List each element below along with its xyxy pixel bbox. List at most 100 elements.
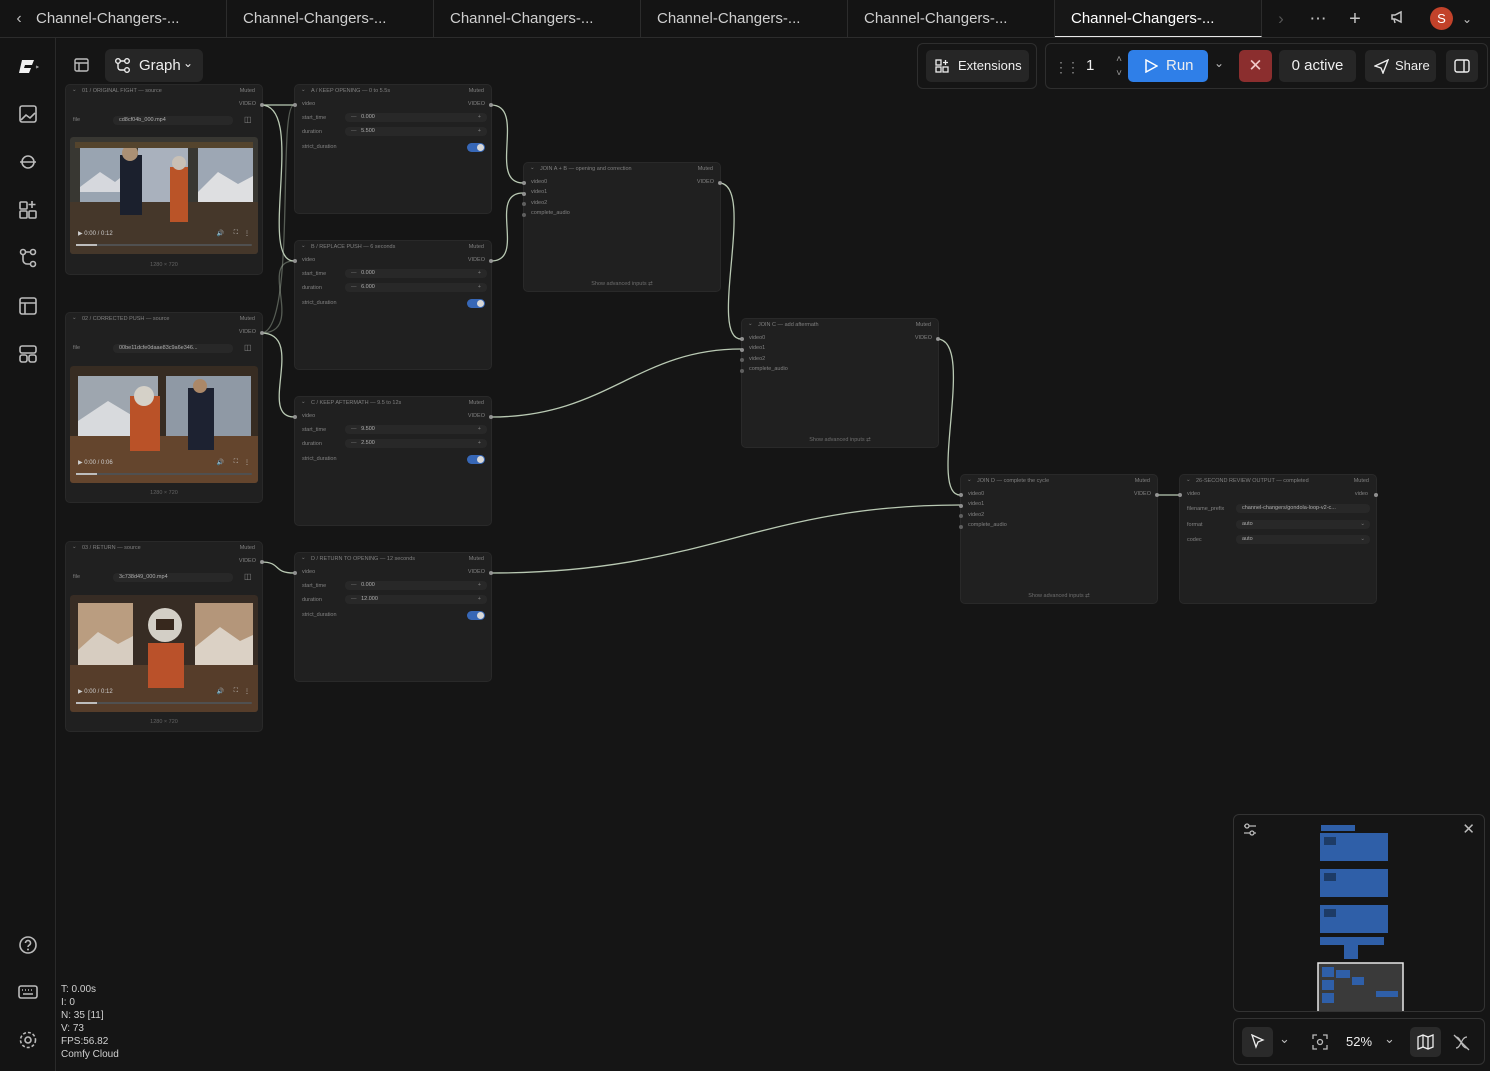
output-slot[interactable] bbox=[489, 571, 493, 575]
input-slot[interactable] bbox=[522, 192, 526, 196]
file-select[interactable]: 00be11dcfe0daae83c9a6e346... bbox=[113, 344, 233, 353]
collapse-chevron-icon[interactable]: ⌄ bbox=[301, 87, 306, 93]
video-preview[interactable]: ▶ 0:00 / 0:06 🔊 ⛶ ⋮ bbox=[70, 366, 258, 483]
models-icon[interactable] bbox=[14, 148, 42, 176]
chevron-down-icon[interactable]: ⌄ bbox=[1456, 8, 1478, 30]
trim-node-d[interactable]: ⌄ D / RETURN TO OPENING — 12 seconds Muted… bbox=[293, 552, 493, 682]
cancel-run-button[interactable]: ✕ bbox=[1239, 50, 1272, 82]
collapse-chevron-icon[interactable]: ⌄ bbox=[748, 321, 753, 327]
output-slot[interactable] bbox=[260, 331, 264, 335]
file-select[interactable]: cd8cf04b_000.mp4 bbox=[113, 116, 233, 125]
video-controls[interactable]: ▶ 0:00 / 0:12 🔊 ⛶ ⋮ bbox=[78, 230, 252, 240]
decrement-icon[interactable]: ˅ bbox=[1116, 58, 1122, 90]
video-preview[interactable]: ▶ 0:00 / 0:12 🔊 ⛶ ⋮ bbox=[70, 137, 258, 254]
output-slot[interactable] bbox=[1155, 493, 1159, 497]
filename-prefix-input[interactable]: channel-changers/gondola-loop-v2-c... bbox=[1236, 504, 1370, 513]
comfy-logo-icon[interactable] bbox=[14, 52, 42, 80]
tab-1[interactable]: Channel-Changers-... bbox=[20, 0, 227, 37]
start-time-input[interactable]: — 0.000 + bbox=[345, 581, 487, 590]
output-slot[interactable] bbox=[489, 103, 493, 107]
queue-count-stepper[interactable]: 1 ˄ ˅ bbox=[1072, 50, 1124, 82]
strict-duration-toggle[interactable] bbox=[467, 299, 485, 308]
save-video-output-node[interactable]: ⌄ 26-SECOND REVIEW OUTPUT — completed Mute… bbox=[1178, 474, 1378, 604]
video-progress-bar[interactable] bbox=[76, 702, 252, 704]
upload-folder-icon[interactable]: ◫ bbox=[244, 115, 252, 124]
volume-icon[interactable]: 🔊 bbox=[217, 230, 224, 237]
node-library-icon[interactable] bbox=[14, 196, 42, 224]
duration-input[interactable]: — 12.000 + bbox=[345, 595, 487, 604]
video-source-node-1[interactable]: ⌄ 01 / ORIGINAL FIGHT — source Muted VIDEO… bbox=[65, 84, 264, 275]
zoom-chevron-down-icon[interactable]: ⌄ bbox=[1384, 1031, 1395, 1047]
input-slot[interactable] bbox=[959, 493, 963, 497]
run-button[interactable]: Run bbox=[1128, 50, 1208, 82]
output-slot[interactable] bbox=[260, 103, 264, 107]
input-slot[interactable] bbox=[740, 358, 744, 362]
input-slot[interactable] bbox=[959, 504, 963, 508]
keyboard-icon[interactable] bbox=[14, 978, 42, 1006]
file-select[interactable]: 3c738d49_000.mp4 bbox=[113, 573, 233, 582]
show-advanced-inputs-button[interactable]: Show advanced inputs ⇄ bbox=[742, 437, 938, 443]
collapse-chevron-icon[interactable]: ⌄ bbox=[530, 165, 535, 171]
strict-duration-toggle[interactable] bbox=[467, 455, 485, 464]
play-icon[interactable]: ▶ bbox=[78, 689, 83, 695]
output-slot[interactable] bbox=[260, 560, 264, 564]
duration-input[interactable]: — 2.500 + bbox=[345, 439, 487, 448]
start-time-input[interactable]: — 9.500 + bbox=[345, 425, 487, 434]
duration-input[interactable]: — 6.000 + bbox=[345, 283, 487, 292]
video-controls[interactable]: ▶ 0:00 / 0:06 🔊 ⛶ ⋮ bbox=[78, 459, 252, 469]
play-icon[interactable]: ▶ bbox=[78, 460, 83, 466]
volume-icon[interactable]: 🔊 bbox=[217, 459, 224, 466]
plus-icon[interactable]: + bbox=[1344, 8, 1366, 30]
upload-folder-icon[interactable]: ◫ bbox=[244, 572, 252, 581]
share-button[interactable]: Share bbox=[1365, 50, 1436, 82]
input-slot[interactable] bbox=[1178, 493, 1182, 497]
input-slot[interactable] bbox=[522, 213, 526, 217]
join-node-d[interactable]: ⌄ JOIN D — complete the cycle Muted VIDEO … bbox=[959, 474, 1159, 604]
video-progress-bar[interactable] bbox=[76, 473, 252, 475]
active-queue-button[interactable]: 0 active bbox=[1279, 50, 1356, 82]
minimap-toggle-button[interactable] bbox=[1410, 1027, 1441, 1057]
toggle-panel-button[interactable] bbox=[1446, 50, 1478, 82]
output-slot[interactable] bbox=[718, 181, 722, 185]
apps-icon[interactable] bbox=[14, 340, 42, 368]
chevron-right-icon[interactable]: › bbox=[1270, 8, 1292, 30]
collapse-chevron-icon[interactable]: ⌄ bbox=[72, 315, 77, 321]
input-slot[interactable] bbox=[522, 202, 526, 206]
tool-chevron-down-icon[interactable]: ⌄ bbox=[1279, 1031, 1290, 1047]
help-icon[interactable] bbox=[14, 931, 42, 959]
video-preview[interactable]: ▶ 0:00 / 0:12 🔊 ⛶ ⋮ bbox=[70, 595, 258, 712]
volume-icon[interactable]: 🔊 bbox=[217, 688, 224, 695]
collapse-chevron-icon[interactable]: ⌄ bbox=[301, 555, 306, 561]
settings-gear-icon[interactable] bbox=[14, 1026, 42, 1054]
collapse-chevron-icon[interactable]: ⌄ bbox=[72, 544, 77, 550]
show-advanced-inputs-button[interactable]: Show advanced inputs ⇄ bbox=[961, 593, 1157, 599]
trim-node-c[interactable]: ⌄ C / KEEP AFTERMATH — 9.5 to 12s Muted vi… bbox=[293, 396, 493, 526]
join-node-c[interactable]: ⌄ JOIN C — add aftermath Muted VIDEO video… bbox=[740, 318, 940, 448]
trim-node-b[interactable]: ⌄ B / REPLACE PUSH — 6 seconds Muted video… bbox=[293, 240, 493, 370]
tab-4[interactable]: Channel-Changers-... bbox=[641, 0, 848, 37]
input-slot[interactable] bbox=[959, 525, 963, 529]
input-slot[interactable] bbox=[293, 259, 297, 263]
tab-6-active[interactable]: Channel-Changers-... bbox=[1055, 0, 1262, 37]
graph-mode-button[interactable]: Graph ⌄ bbox=[105, 49, 203, 82]
input-slot[interactable] bbox=[522, 181, 526, 185]
strict-duration-toggle[interactable] bbox=[467, 611, 485, 620]
start-time-input[interactable]: — 0.000 + bbox=[345, 269, 487, 278]
collapse-chevron-icon[interactable]: ⌄ bbox=[301, 243, 306, 249]
video-controls[interactable]: ▶ 0:00 / 0:12 🔊 ⛶ ⋮ bbox=[78, 688, 252, 698]
input-slot[interactable] bbox=[959, 514, 963, 518]
show-advanced-inputs-button[interactable]: Show advanced inputs ⇄ bbox=[524, 281, 720, 287]
extensions-button[interactable]: Extensions bbox=[926, 50, 1029, 82]
output-slot[interactable] bbox=[489, 415, 493, 419]
duration-input[interactable]: — 5.500 + bbox=[345, 127, 487, 136]
output-slot[interactable] bbox=[1374, 493, 1378, 497]
layout-toggle-icon[interactable] bbox=[65, 49, 98, 82]
announcement-icon[interactable] bbox=[1387, 8, 1409, 32]
workflows-icon[interactable] bbox=[14, 244, 42, 272]
output-slot[interactable] bbox=[489, 259, 493, 263]
hide-links-icon[interactable] bbox=[1453, 1034, 1470, 1051]
input-slot[interactable] bbox=[740, 348, 744, 352]
fullscreen-icon[interactable]: ⛶ bbox=[234, 688, 238, 695]
video-more-icon[interactable]: ⋮ bbox=[244, 688, 250, 695]
select-tool-button[interactable] bbox=[1242, 1027, 1273, 1057]
